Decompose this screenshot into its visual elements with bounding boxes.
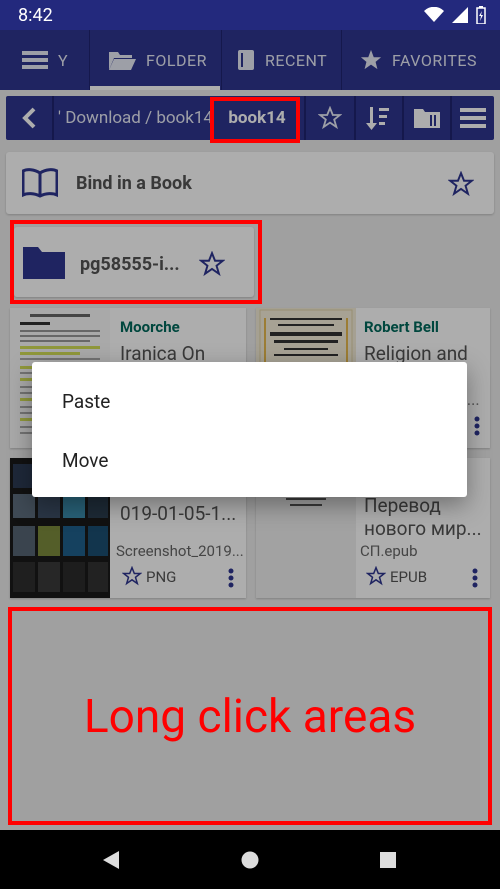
current-folder-highlight [210, 97, 300, 143]
system-navigation-bar [0, 830, 500, 889]
move-menu-item[interactable]: Move [62, 449, 108, 472]
status-time: 8:42 [18, 5, 53, 26]
status-bar: 8:42 [0, 0, 500, 30]
signal-icon [452, 7, 468, 23]
back-triangle-icon[interactable] [101, 850, 121, 870]
wifi-icon [424, 7, 444, 22]
folder-highlight [10, 220, 262, 304]
context-menu-dialog: Paste Move [32, 362, 467, 497]
status-icons [424, 6, 486, 24]
recents-square-icon[interactable] [379, 851, 397, 869]
home-circle-icon[interactable] [240, 850, 260, 870]
paste-menu-item[interactable]: Paste [62, 390, 110, 413]
long-click-areas-label: Long click areas [83, 690, 417, 744]
battery-icon [476, 6, 486, 24]
